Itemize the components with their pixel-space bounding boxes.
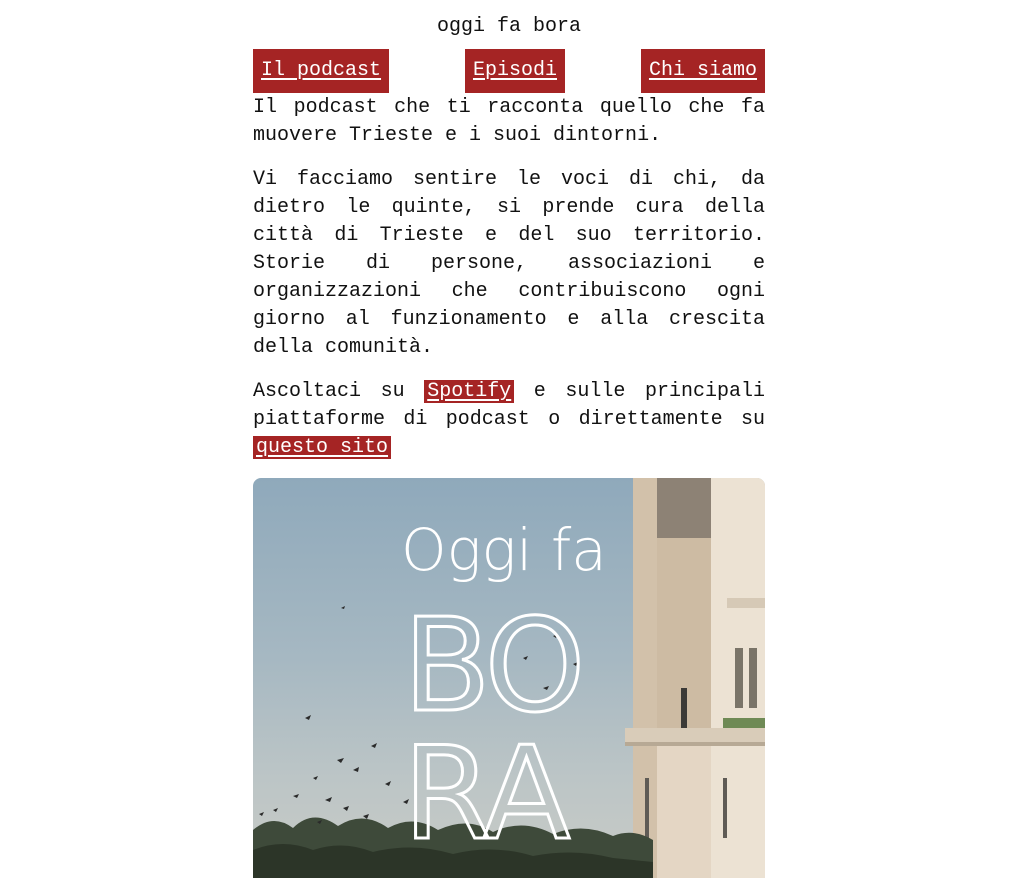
nav-link-il-podcast[interactable]: Il podcast [253, 49, 390, 93]
nav-link-episodi[interactable]: Episodi [464, 49, 565, 93]
page-container: oggi fa bora Il podcast Episodi Chi siam… [253, 0, 765, 878]
site-link[interactable]: questo sito [253, 436, 392, 459]
main-nav: Il podcast Episodi Chi siamo [253, 49, 765, 93]
listen-paragraph: Ascoltaci su Spotify e sulle principali … [253, 378, 765, 462]
intro-tagline: Il podcast che ti racconta quello che fa… [253, 96, 765, 147]
spotify-link[interactable]: Spotify [424, 380, 515, 403]
cover-title-line1: Oggi fa [401, 516, 607, 584]
listen-prefix-text: Ascoltaci su [253, 380, 425, 403]
site-title: oggi fa bora [436, 15, 582, 38]
podcast-cover-image: Oggi fa BO RA [253, 478, 765, 878]
cover-title-line3: RA [403, 720, 570, 869]
intro-description: Vi facciamo sentire le voci di chi, da d… [253, 168, 765, 359]
cover-title-line2: BO [403, 592, 581, 741]
nav-link-chi-siamo[interactable]: Chi siamo [640, 49, 765, 93]
cover-artwork: Oggi fa BO RA [253, 478, 765, 878]
